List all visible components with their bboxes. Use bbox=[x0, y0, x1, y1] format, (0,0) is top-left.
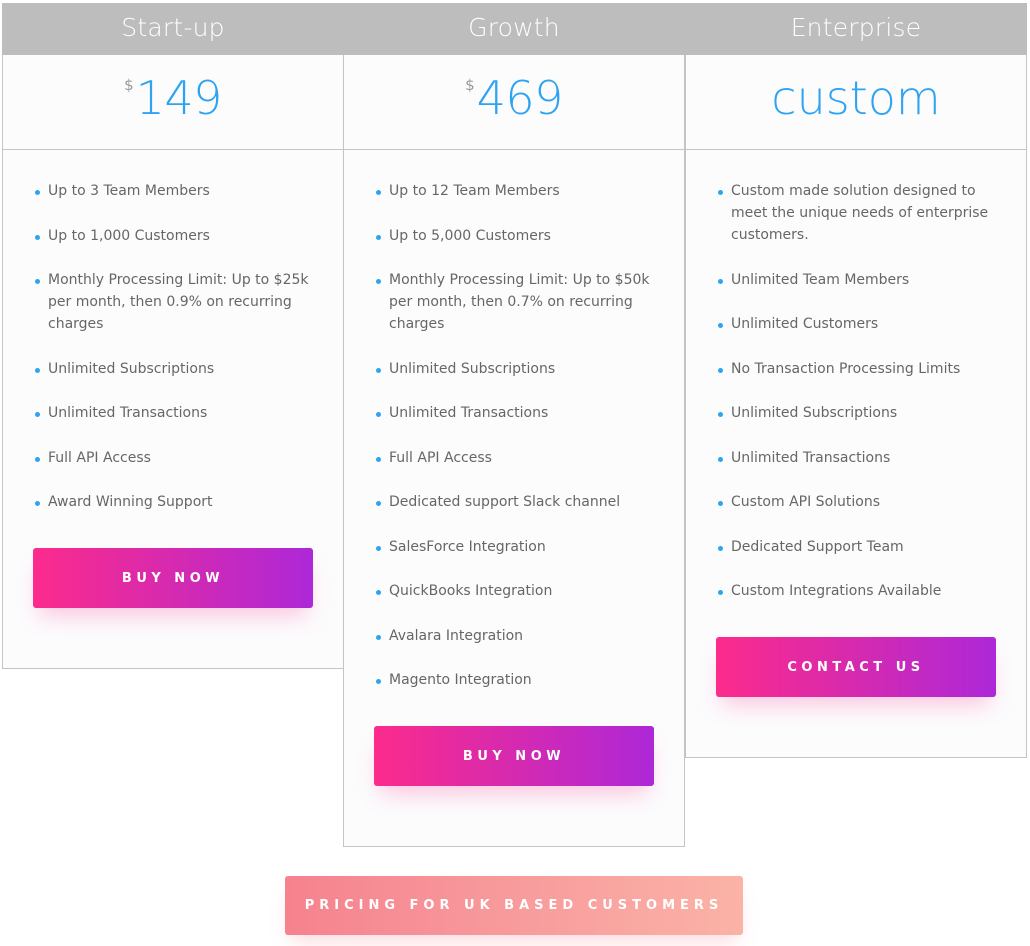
price-amount: 149 bbox=[135, 71, 223, 125]
feature-item: Unlimited Team Members bbox=[717, 269, 996, 291]
bullet-icon bbox=[376, 501, 381, 506]
feature-item: Avalara Integration bbox=[375, 625, 654, 647]
feature-item: Monthly Processing Limit: Up to $25k per… bbox=[34, 269, 313, 335]
price-currency: $ bbox=[465, 76, 475, 94]
feature-item: Custom Integrations Available bbox=[717, 580, 996, 602]
feature-list: Custom made solution designed to meet th… bbox=[686, 150, 1026, 602]
plan-title: Start-up bbox=[2, 3, 344, 55]
plan-card-growth: Growth $ 469 Up to 12 Team Members Up to… bbox=[343, 3, 685, 847]
feature-list: Up to 3 Team Members Up to 1,000 Custome… bbox=[3, 150, 343, 513]
plan-price: custom bbox=[686, 55, 1026, 150]
bullet-icon bbox=[376, 679, 381, 684]
feature-item: Magento Integration bbox=[375, 669, 654, 691]
uk-pricing-button[interactable]: PRICING FOR UK BASED CUSTOMERS bbox=[285, 876, 743, 935]
buy-now-button-startup[interactable]: BUY NOW bbox=[33, 548, 313, 608]
bullet-icon bbox=[718, 545, 723, 551]
bullet-icon bbox=[376, 234, 381, 240]
feature-item: SalesForce Integration bbox=[375, 536, 654, 558]
feature-item: Unlimited Customers bbox=[717, 313, 996, 335]
bullet-icon bbox=[35, 190, 40, 195]
bullet-icon bbox=[376, 279, 381, 284]
feature-item: QuickBooks Integration bbox=[375, 580, 654, 602]
bullet-icon bbox=[376, 456, 381, 462]
bullet-icon bbox=[718, 456, 723, 462]
button-wrap: BUY NOW bbox=[344, 691, 684, 846]
button-wrap: CONTACT US bbox=[686, 602, 1026, 757]
bullet-icon bbox=[718, 412, 723, 417]
price-amount: 469 bbox=[476, 71, 564, 125]
plan-body: $ 149 Up to 3 Team Members Up to 1,000 C… bbox=[2, 55, 344, 669]
bullet-icon bbox=[718, 590, 723, 595]
feature-item: Up to 3 Team Members bbox=[34, 180, 313, 202]
feature-item: Up to 1,000 Customers bbox=[34, 225, 313, 247]
feature-item: Unlimited Subscriptions bbox=[375, 358, 654, 380]
plan-card-startup: Start-up $ 149 Up to 3 Team Members Up t… bbox=[2, 3, 344, 669]
bullet-icon bbox=[376, 190, 381, 195]
feature-item: Custom made solution designed to meet th… bbox=[717, 180, 996, 246]
pricing-table: Start-up $ 149 Up to 3 Team Members Up t… bbox=[2, 3, 1027, 853]
feature-item: Full API Access bbox=[34, 447, 313, 469]
bullet-icon bbox=[35, 279, 40, 284]
bullet-icon bbox=[376, 545, 381, 551]
bullet-icon bbox=[35, 412, 40, 417]
feature-item: Dedicated Support Team bbox=[717, 536, 996, 558]
feature-item: Up to 12 Team Members bbox=[375, 180, 654, 202]
feature-item: Unlimited Transactions bbox=[717, 447, 996, 469]
feature-item: Monthly Processing Limit: Up to $50k per… bbox=[375, 269, 654, 335]
plan-body: custom Custom made solution designed to … bbox=[685, 55, 1027, 758]
bullet-icon bbox=[376, 634, 381, 640]
feature-item: Up to 5,000 Customers bbox=[375, 225, 654, 247]
bullet-icon bbox=[35, 501, 40, 506]
plan-title: Enterprise bbox=[685, 3, 1027, 55]
price-currency: $ bbox=[124, 76, 134, 94]
contact-us-button[interactable]: CONTACT US bbox=[716, 637, 996, 697]
bullet-icon bbox=[718, 501, 723, 506]
feature-item: Award Winning Support bbox=[34, 491, 313, 513]
feature-item: Unlimited Transactions bbox=[34, 402, 313, 424]
bullet-icon bbox=[718, 278, 723, 284]
feature-item: Custom API Solutions bbox=[717, 491, 996, 513]
price-custom: custom bbox=[771, 71, 941, 125]
bullet-icon bbox=[718, 190, 723, 195]
bullet-icon bbox=[718, 367, 723, 373]
buy-now-button-growth[interactable]: BUY NOW bbox=[374, 726, 654, 786]
plan-price: $ 469 bbox=[344, 55, 684, 150]
bullet-icon bbox=[35, 367, 40, 373]
button-wrap: BUY NOW bbox=[3, 513, 343, 668]
plan-card-enterprise: Enterprise custom Custom made solution d… bbox=[685, 3, 1027, 758]
plan-body: $ 469 Up to 12 Team Members Up to 5,000 … bbox=[343, 55, 685, 847]
feature-list: Up to 12 Team Members Up to 5,000 Custom… bbox=[344, 150, 684, 691]
feature-item: Full API Access bbox=[375, 447, 654, 469]
feature-item: Unlimited Subscriptions bbox=[717, 402, 996, 424]
feature-item: Unlimited Subscriptions bbox=[34, 358, 313, 380]
bullet-icon bbox=[376, 412, 381, 417]
bullet-icon bbox=[376, 367, 381, 373]
feature-item: Dedicated support Slack channel bbox=[375, 491, 654, 513]
feature-item: Unlimited Transactions bbox=[375, 402, 654, 424]
bullet-icon bbox=[376, 590, 381, 595]
plan-title: Growth bbox=[343, 3, 685, 55]
plan-price: $ 149 bbox=[3, 55, 343, 150]
bullet-icon bbox=[718, 323, 723, 328]
bullet-icon bbox=[35, 234, 40, 240]
feature-item: No Transaction Processing Limits bbox=[717, 358, 996, 380]
bullet-icon bbox=[35, 456, 40, 462]
